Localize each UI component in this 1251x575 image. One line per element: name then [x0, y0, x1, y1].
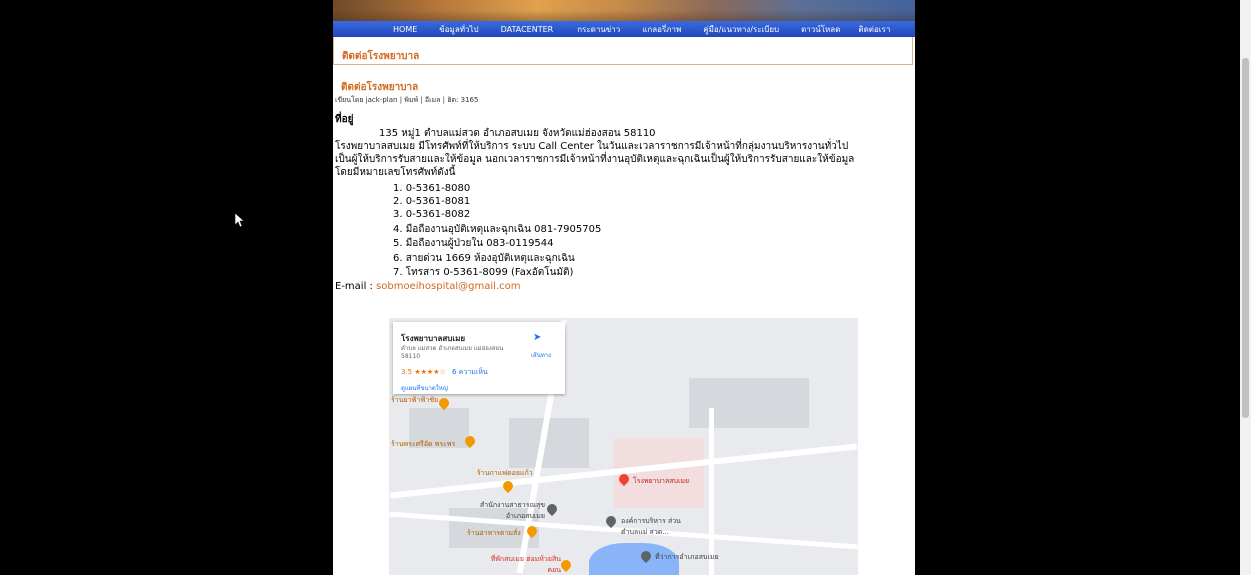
map-label-tao[interactable]: องค์การบริหาร ส่วนตำบลแม่ สวด... [621, 516, 691, 538]
page-scrollbar[interactable] [1240, 0, 1251, 575]
larger-map-link[interactable]: ดูแผนที่ขนาดใหญ่ [401, 383, 448, 393]
map-card-rating: 3.5 ★★★★☆ 6 ความเห็น [401, 368, 488, 376]
map-label-hotel[interactable]: ที่พักสบเมย ฮ่อมห้วยสินคอน [485, 554, 561, 575]
map-road [709, 408, 714, 575]
phone-item: 5. มือถืองานผู้ป่วยใน 083-0119544 [393, 238, 554, 249]
map-label-cafe[interactable]: ร้านกาแฟดอยแก้ว [477, 468, 533, 479]
phone-item: 4. มือถืองานอุบัติเหตุและฉุกเฉิน 081-790… [393, 224, 602, 235]
nav-gallery[interactable]: แกลอรี่ภาพ [642, 23, 681, 36]
main-nav: HOME ข้อมูลทั่วไป DATACENTER กระดานข่าว … [333, 21, 915, 37]
phone-item: 2. 0-5361-8081 [393, 196, 471, 207]
map-card-title: โรงพยาบาลสบเมย [401, 334, 466, 343]
email-label: E-mail : [335, 281, 377, 292]
map-label-hospital[interactable]: โรงพยาบาลสบเมย [633, 476, 689, 487]
nav-news[interactable]: กระดานข่าว [577, 23, 620, 36]
phone-item: 7. โทรสาร 0-5361-8099 (Faxอัตโนมัติ) [393, 267, 574, 278]
phone-item: 6. สายด่วน 1669 ห้องอุบัติเหตุและฉุกเฉิน [393, 253, 575, 264]
map-info-card: โรงพยาบาลสบเมย ตำบล แม่สวด อำเภอสบเมย แม… [393, 322, 565, 394]
info-line-2: เป็นผู้ให้บริการรับสายและให้ข้อมูล นอกเว… [335, 154, 855, 165]
health-office-pin-icon[interactable] [544, 501, 560, 517]
section-header: ติดต่อโรงพยาบาล [333, 37, 913, 65]
map-label-district[interactable]: ที่ว่าการอำเภอสบเมย [655, 552, 719, 563]
nav-download[interactable]: ดาวน์โหลด [801, 23, 840, 36]
article-title[interactable]: ติดต่อโรงพยาบาล [341, 80, 418, 95]
info-line-3: โดยมีหมายเลขโทรศัพท์ดังนี้ [335, 167, 456, 178]
map-label-pharmacy[interactable]: ร้านยาฟ้าฟ้าชัย [391, 395, 438, 406]
directions-icon[interactable]: ➤ [533, 332, 541, 343]
map-block [509, 418, 589, 468]
hotel-pin-icon[interactable] [558, 557, 574, 573]
site-banner [333, 0, 915, 21]
map-card-address: ตำบล แม่สวด อำเภอสบเมย แม่ฮ่องสอน 58110 [401, 345, 504, 360]
section-title: ติดต่อโรงพยาบาล [342, 51, 420, 62]
map-label-food[interactable]: ร้านอาหารตามสั่ง [467, 528, 521, 539]
address-text: 135 หมู่1 ตำบลแม่สวด อำเภอสบเมย จังหวัดแ… [379, 128, 656, 139]
map-block [689, 378, 809, 428]
scrollbar-thumb[interactable] [1242, 58, 1249, 418]
phone-item: 3. 0-5361-8082 [393, 209, 471, 220]
nav-datacenter[interactable]: DATACENTER [501, 25, 554, 34]
map-label-health-office[interactable]: สำนักงานสาธารณสุข อำเภอสบเมย [469, 500, 545, 522]
nav-manuals[interactable]: คู่มือ/แนวทาง/ระเบียบ [703, 23, 779, 36]
address-label: ที่อยู่ [335, 114, 354, 125]
nav-contact[interactable]: ติดต่อเรา [858, 23, 890, 36]
phone-item: 1. 0-5361-8080 [393, 183, 471, 194]
nav-home[interactable]: HOME [393, 25, 417, 34]
info-line-1: โรงพยาบาลสบเมย มีโทรศัพท์ที่ให้บริการ ระ… [335, 141, 849, 152]
email-row: E-mail : sobmoeihospital@gmail.com [335, 280, 521, 293]
email-link[interactable]: sobmoeihospital@gmail.com [376, 281, 520, 292]
map-label-shop[interactable]: ร้านพระศรีอัด พระพร [391, 439, 455, 450]
directions-link[interactable]: เส้นทาง [531, 350, 551, 360]
article-meta: เขียนโดย jack-plan | พิมพ์ | อีเมล | ฮิต… [335, 96, 479, 104]
nav-general-info[interactable]: ข้อมูลทั่วไป [439, 23, 478, 36]
page: HOME ข้อมูลทั่วไป DATACENTER กระดานข่าว … [333, 0, 915, 575]
google-map[interactable]: โรงพยาบาลสบเมย ตำบล แม่สวด อำเภอสบเมย แม… [389, 318, 858, 575]
